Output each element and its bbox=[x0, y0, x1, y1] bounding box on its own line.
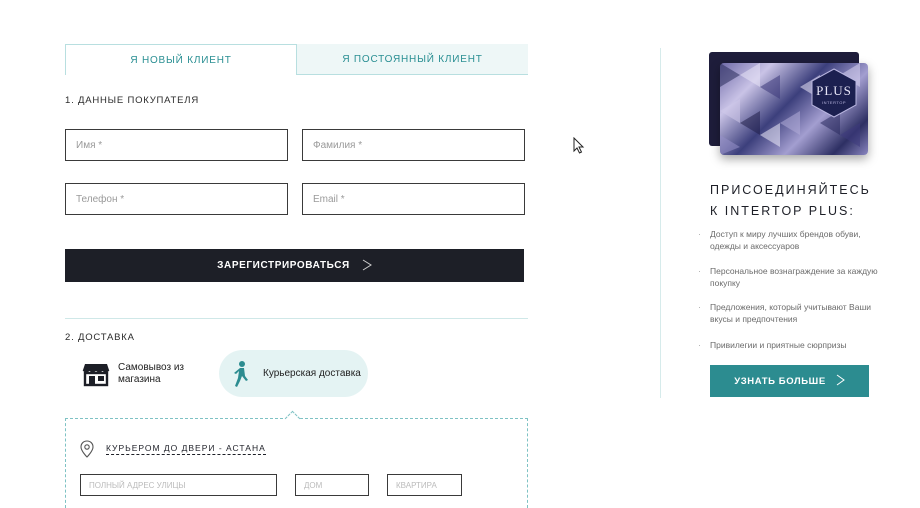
benefit-text: Персональное вознаграждение за каждую по… bbox=[710, 266, 878, 288]
location-pin-icon bbox=[80, 440, 94, 458]
apartment-field[interactable]: КВАРТИРА bbox=[387, 474, 462, 496]
column-separator bbox=[660, 48, 661, 398]
card-brand-text: INTERTOP bbox=[821, 100, 847, 105]
tab-regular-client-label: Я ПОСТОЯННЫЙ КЛИЕНТ bbox=[342, 53, 483, 65]
street-field[interactable]: ПОЛНЫЙ АДРЕС УЛИЦЫ bbox=[80, 474, 277, 496]
house-field[interactable]: ДОМ bbox=[295, 474, 369, 496]
benefit-item: · Персональное вознаграждение за каждую п… bbox=[698, 265, 880, 289]
tab-regular-client[interactable]: Я ПОСТОЯННЫЙ КЛИЕНТ bbox=[297, 44, 528, 75]
register-button-label: ЗАРЕГИСТРИРОВАТЬСЯ bbox=[217, 260, 350, 271]
email-field[interactable] bbox=[302, 183, 525, 215]
section-divider bbox=[65, 318, 528, 319]
intertop-plus-card: PLUS INTERTOP bbox=[720, 63, 868, 155]
buyer-data-title: 1. ДАННЫЕ ПОКУПАТЕЛЯ bbox=[65, 95, 199, 106]
benefit-item: · Предложения, который учитывают Ваши вку… bbox=[698, 301, 880, 325]
tabs-bottom-line bbox=[65, 75, 297, 76]
bullet-dot-icon: · bbox=[698, 302, 701, 312]
benefit-text: Привилегии и приятные сюрпризы bbox=[710, 340, 847, 350]
pickup-option[interactable]: Самовывоз из магазина bbox=[82, 360, 202, 388]
courier-label: Курьерская доставка bbox=[263, 368, 361, 379]
arrow-right-icon bbox=[836, 374, 845, 389]
phone-field[interactable] bbox=[65, 183, 288, 215]
last-name-field[interactable] bbox=[302, 129, 525, 161]
tab-new-client[interactable]: Я НОВЫЙ КЛИЕНТ bbox=[65, 44, 297, 75]
register-button[interactable]: ЗАРЕГИСТРИРОВАТЬСЯ bbox=[65, 249, 524, 282]
pickup-label-line1: Самовывоз из bbox=[118, 362, 185, 373]
learn-more-button[interactable]: УЗНАТЬ БОЛЬШЕ bbox=[710, 365, 869, 397]
courier-city-link[interactable]: КУРЬЕРОМ ДО ДВЕРИ - АСТАНА bbox=[80, 440, 266, 458]
benefit-item: · Доступ к миру лучших брендов обуви, оде… bbox=[698, 228, 880, 252]
benefit-item: · Привилегии и приятные сюрпризы bbox=[698, 339, 880, 351]
benefit-text: Доступ к миру лучших брендов обуви, одеж… bbox=[710, 229, 861, 251]
tab-new-client-label: Я НОВЫЙ КЛИЕНТ bbox=[130, 54, 232, 66]
promo-title-line2: К INTERTOP PLUS: bbox=[710, 204, 855, 218]
benefit-text: Предложения, который учитывают Ваши вкус… bbox=[710, 302, 872, 324]
pickup-label: Самовывоз из магазина bbox=[118, 362, 184, 386]
courier-box-notch bbox=[284, 410, 301, 427]
first-name-field[interactable] bbox=[65, 129, 288, 161]
arrow-right-icon bbox=[362, 258, 372, 274]
store-icon bbox=[82, 361, 110, 387]
bullet-dot-icon: · bbox=[698, 340, 701, 350]
mouse-cursor-icon bbox=[573, 136, 585, 159]
walking-person-icon bbox=[231, 360, 251, 388]
promo-title-line1: ПРИСОЕДИНЯЙТЕСЬ bbox=[710, 183, 871, 197]
courier-city-label: КУРЬЕРОМ ДО ДВЕРИ - АСТАНА bbox=[106, 443, 266, 455]
delivery-title: 2. ДОСТАВКА bbox=[65, 332, 135, 343]
courier-option[interactable]: Курьерская доставка bbox=[219, 350, 368, 397]
bullet-dot-icon: · bbox=[698, 266, 701, 276]
promo-title: ПРИСОЕДИНЯЙТЕСЬ К INTERTOP PLUS: bbox=[710, 180, 871, 222]
card-logo-text: PLUS bbox=[816, 83, 852, 98]
learn-more-label: УЗНАТЬ БОЛЬШЕ bbox=[734, 375, 826, 387]
pickup-label-line2: магазина bbox=[118, 374, 161, 385]
bullet-dot-icon: · bbox=[698, 229, 701, 239]
